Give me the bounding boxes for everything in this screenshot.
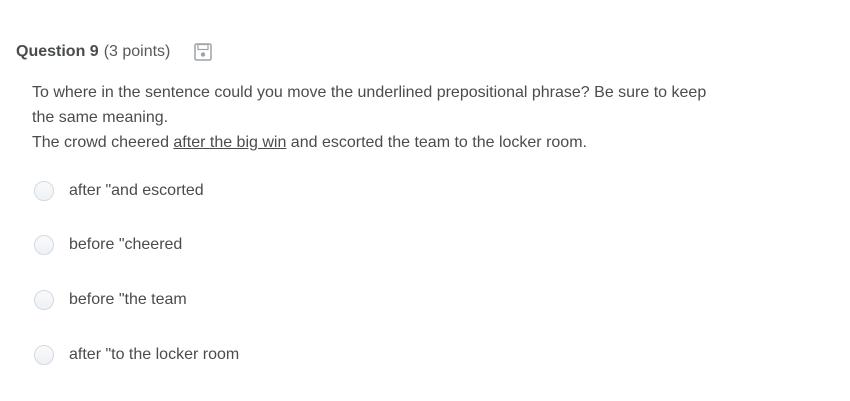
question-prompt: To where in the sentence could you move … bbox=[32, 80, 732, 155]
prompt-text: To where in the sentence could you move … bbox=[32, 84, 707, 126]
choice-option-1[interactable]: after "and escorted bbox=[34, 178, 204, 204]
choice-label: after "to the locker room bbox=[69, 346, 240, 363]
choice-option-4[interactable]: after "to the locker room bbox=[34, 342, 239, 368]
radio-button[interactable] bbox=[34, 235, 54, 255]
radio-button[interactable] bbox=[34, 290, 54, 310]
question-points: (3 points) bbox=[103, 43, 171, 60]
choice-option-2[interactable]: before "cheered bbox=[34, 232, 182, 258]
sentence-end: and escorted the team to the locker room… bbox=[286, 134, 587, 151]
choice-option-3[interactable]: before "the team bbox=[34, 287, 187, 313]
question-header: Question 9 (3 points) bbox=[16, 43, 213, 61]
prompt-sentence: The crowd cheered after the big win and … bbox=[32, 130, 732, 155]
save-icon[interactable] bbox=[194, 43, 213, 61]
radio-button[interactable] bbox=[34, 345, 54, 365]
choice-label: after "and escorted bbox=[69, 182, 204, 199]
underlined-phrase: after the big win bbox=[173, 134, 287, 151]
radio-button[interactable] bbox=[34, 181, 54, 201]
choice-label: before "cheered bbox=[69, 236, 183, 253]
question-title: Question 9 bbox=[16, 43, 99, 60]
sentence-start: The crowd cheered bbox=[32, 134, 174, 151]
choice-label: before "the team bbox=[69, 291, 187, 308]
